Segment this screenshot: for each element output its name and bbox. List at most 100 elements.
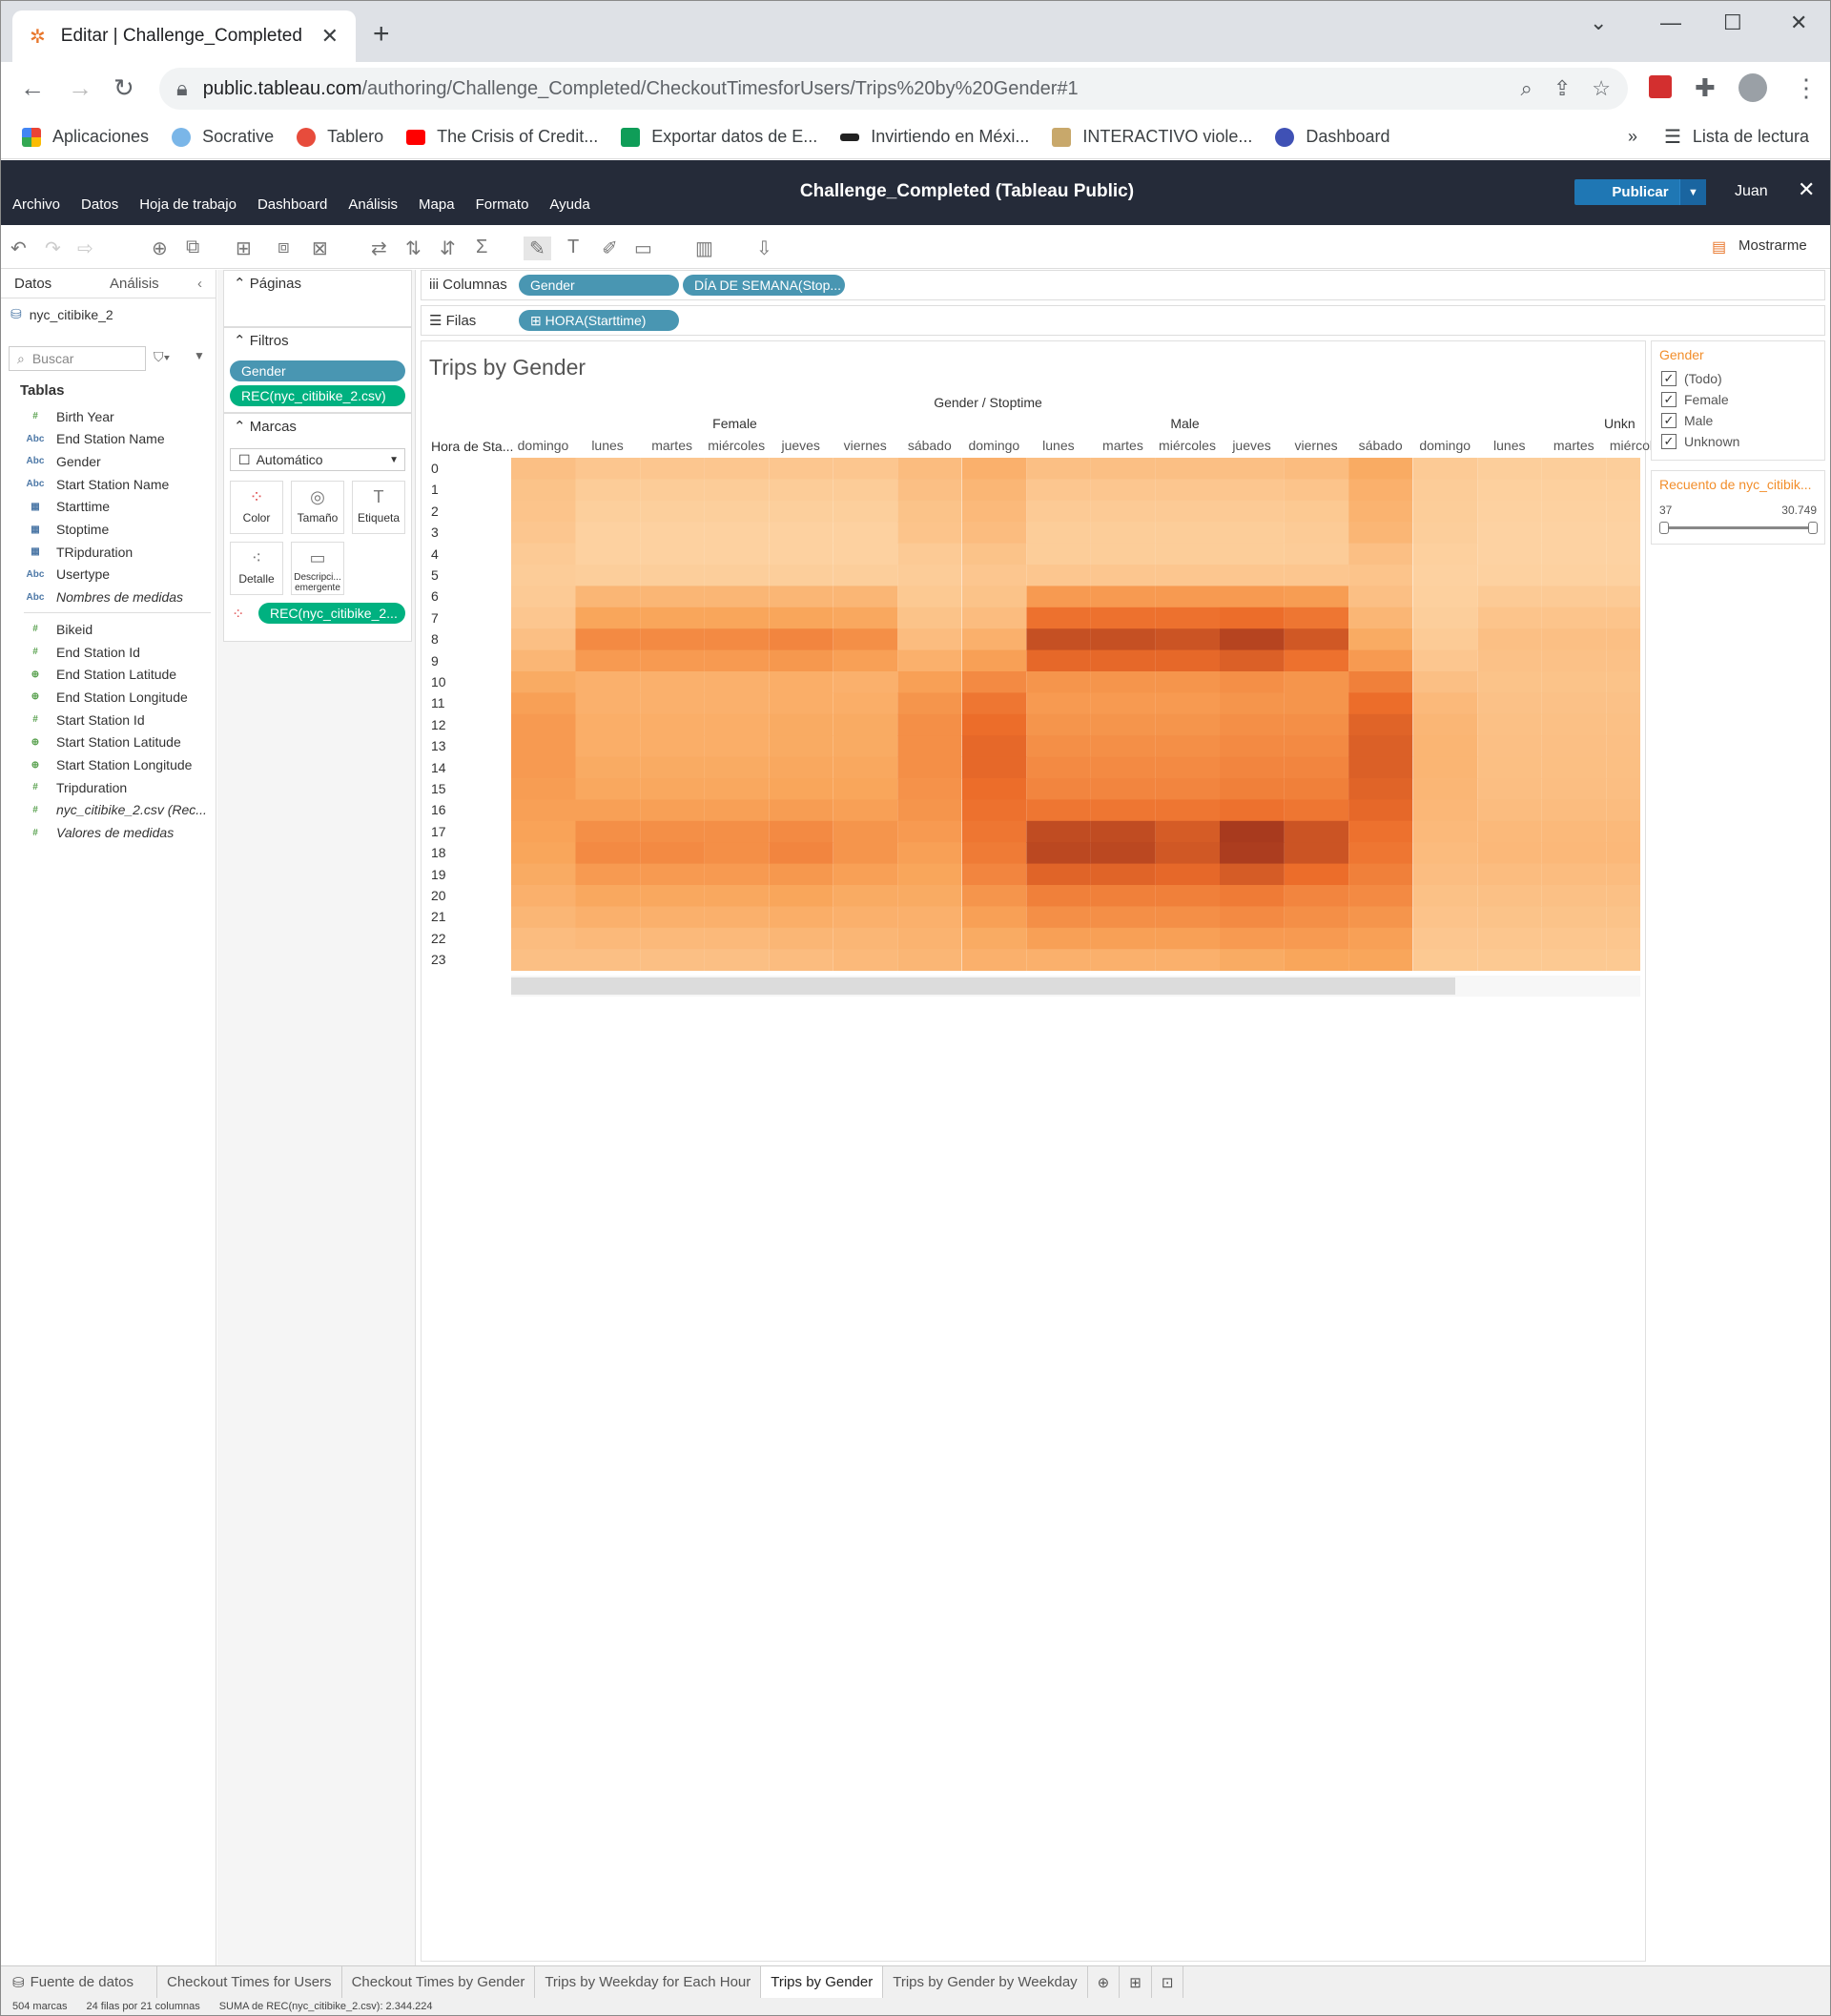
heatmap-cell[interactable] [640, 649, 705, 672]
heatmap-cell[interactable] [769, 500, 833, 523]
heatmap-cell[interactable] [1348, 479, 1413, 502]
heatmap-cell[interactable] [897, 565, 962, 586]
heatmap-cell[interactable] [1220, 949, 1285, 971]
heatmap-cell[interactable] [704, 671, 770, 693]
heatmap-cell[interactable] [640, 927, 705, 950]
heatmap-cell[interactable] [1220, 692, 1285, 715]
day-header[interactable]: miércoles [1156, 438, 1220, 453]
heatmap-cell[interactable] [769, 885, 833, 907]
heatmap-cell[interactable] [1090, 885, 1156, 907]
filter-option-male[interactable]: ✓ Male [1661, 410, 1713, 431]
field-item[interactable]: # Tripduration [24, 776, 127, 798]
heatmap-cell[interactable] [961, 949, 1027, 971]
heatmap-cell[interactable] [1026, 522, 1091, 545]
totals-icon[interactable]: Σ [476, 237, 487, 258]
heatmap-cell[interactable] [511, 607, 576, 629]
heatmap-cell[interactable] [961, 713, 1027, 736]
range-slider-min-handle[interactable] [1659, 522, 1669, 534]
heatmap-cell[interactable] [897, 628, 962, 651]
reading-list-label[interactable]: Lista de lectura [1693, 127, 1809, 147]
columns-shelf[interactable]: iii Columnas Gender DÍA DE SEMANA(Stop..… [421, 270, 1825, 300]
field-item[interactable]: # Valores de medidas [24, 822, 174, 844]
heatmap-cell[interactable] [1090, 586, 1156, 608]
day-header[interactable]: sábado [1348, 438, 1412, 453]
forward-icon[interactable]: → [68, 73, 93, 103]
heatmap-cell[interactable] [897, 842, 962, 865]
lock-icon[interactable]: 🔒︎ [176, 76, 188, 101]
heatmap-cell[interactable] [575, 692, 641, 715]
sheet-tab-trips-by-weekday-each-hour[interactable]: Trips by Weekday for Each Hour [535, 1965, 762, 1999]
size-button[interactable]: ◎ Tamaño [291, 481, 344, 534]
heatmap-cell[interactable] [833, 671, 898, 693]
day-header[interactable]: viernes [833, 438, 897, 453]
heatmap-cell[interactable] [511, 671, 576, 693]
heatmap-cell[interactable] [769, 799, 833, 822]
heatmap-cell[interactable] [1477, 649, 1542, 672]
heatmap-cell[interactable] [1412, 522, 1478, 545]
checkbox-checked-icon[interactable]: ✓ [1661, 413, 1677, 428]
format-icon[interactable]: ✐ [602, 237, 618, 260]
heatmap-cell[interactable] [1606, 885, 1640, 907]
heatmap-cell[interactable] [640, 799, 705, 822]
heatmap-cell[interactable] [1155, 458, 1221, 480]
heatmap-cell[interactable] [961, 906, 1027, 929]
new-dashboard-icon[interactable]: ⊞ [1120, 1965, 1152, 1999]
field-item[interactable]: ⊕ End Station Longitude [24, 686, 188, 708]
heatmap-cell[interactable] [1477, 543, 1542, 566]
heatmap-cell[interactable] [1026, 842, 1091, 865]
heatmap-cell[interactable] [1541, 479, 1607, 502]
heatmap-cell[interactable] [1541, 735, 1607, 758]
heatmap-cell[interactable] [1155, 522, 1221, 545]
sort-ascending-icon[interactable]: ⇅ [405, 237, 422, 260]
heatmap-cell[interactable] [1477, 671, 1542, 693]
heatmap-cell[interactable] [1026, 458, 1091, 480]
bookmark-tablero[interactable]: Tablero [297, 127, 383, 147]
heatmap-cell[interactable] [704, 799, 770, 822]
heatmap-cell[interactable] [1541, 543, 1607, 566]
bookmark-apps[interactable]: Aplicaciones [22, 127, 149, 147]
field-item[interactable]: ▦ TRipduration [24, 541, 133, 563]
heatmap-cell[interactable] [897, 479, 962, 502]
heatmap-cell[interactable] [1606, 799, 1640, 822]
data-menu-icon[interactable]: ▼ [194, 349, 205, 362]
bookmark-socrative[interactable]: Socrative [172, 127, 274, 147]
heatmap-cell[interactable] [961, 927, 1027, 950]
heatmap-cell[interactable] [1412, 756, 1478, 779]
heatmap-cell[interactable] [1412, 842, 1478, 865]
heatmap-cell[interactable] [1284, 799, 1349, 822]
collapse-icon[interactable]: ⌃ [234, 333, 246, 349]
heatmap-cell[interactable] [961, 500, 1027, 523]
heatmap-cell[interactable] [769, 586, 833, 608]
field-item[interactable]: # Birth Year [24, 405, 114, 427]
heatmap-cell[interactable] [1606, 949, 1640, 971]
heatmap-cell[interactable] [1220, 522, 1285, 545]
heatmap-cell[interactable] [575, 628, 641, 651]
share-icon[interactable]: ⇪ [1553, 76, 1571, 101]
heatmap-cell[interactable] [1606, 671, 1640, 693]
heatmap-cell[interactable] [575, 565, 641, 586]
heatmap-cell[interactable] [704, 885, 770, 907]
heatmap-cell[interactable] [704, 756, 770, 779]
heatmap-cell[interactable] [961, 586, 1027, 608]
heatmap-cell[interactable] [1348, 692, 1413, 715]
heatmap-cell[interactable] [1220, 927, 1285, 950]
profile-avatar[interactable] [1738, 73, 1767, 102]
duplicate-sheet-icon[interactable]: ⧈ [278, 237, 290, 258]
heatmap-cell[interactable] [1606, 565, 1640, 586]
heatmap-cell[interactable] [1220, 458, 1285, 480]
field-item[interactable]: # nyc_citibike_2.csv (Rec... [24, 799, 207, 821]
heatmap-cell[interactable] [1412, 927, 1478, 950]
heatmap-cell[interactable] [897, 863, 962, 886]
heatmap-cell[interactable] [1155, 756, 1221, 779]
heatmap-cell[interactable] [769, 863, 833, 886]
heatmap-cell[interactable] [1412, 949, 1478, 971]
heatmap-cell[interactable] [511, 799, 576, 822]
heatmap-cell[interactable] [1606, 713, 1640, 736]
tab-search-icon[interactable]: ⌄ [1590, 10, 1607, 35]
heatmap-cell[interactable] [575, 778, 641, 800]
heatmap-cell[interactable] [1348, 565, 1413, 586]
heatmap-cell[interactable] [1090, 735, 1156, 758]
heatmap-cell[interactable] [1412, 586, 1478, 608]
heatmap-cell[interactable] [1348, 756, 1413, 779]
heatmap-cell[interactable] [1284, 628, 1349, 651]
